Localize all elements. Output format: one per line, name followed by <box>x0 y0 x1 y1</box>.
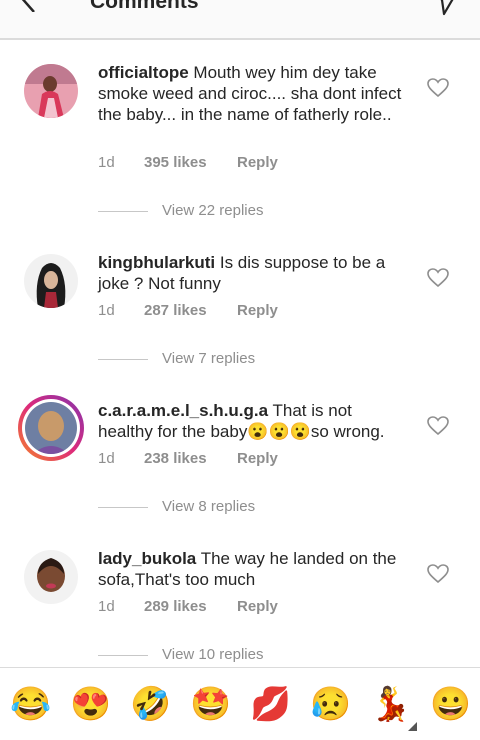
corner-indicator-icon <box>408 722 417 731</box>
emoji-button[interactable]: 😍 <box>70 686 111 722</box>
divider <box>98 654 148 656</box>
emoji-button[interactable]: 😂 <box>10 686 51 722</box>
avatar[interactable] <box>24 254 78 308</box>
comment-meta: 1d 238 likes Reply <box>98 450 278 467</box>
send-icon[interactable] <box>430 0 460 16</box>
page-title: Comments <box>90 0 199 13</box>
comment-meta: 1d 289 likes Reply <box>98 598 278 615</box>
view-replies-button[interactable]: View 8 replies <box>98 498 255 515</box>
arrow-left-icon[interactable] <box>18 0 58 12</box>
divider <box>98 210 148 212</box>
divider <box>98 506 148 508</box>
emoji-button[interactable]: 🤩 <box>190 686 231 722</box>
reply-button[interactable]: Reply <box>237 598 278 615</box>
comment-likes[interactable]: 238 likes <box>144 450 237 467</box>
reply-button[interactable]: Reply <box>237 154 278 171</box>
comment-time: 1d <box>98 450 115 467</box>
emoji-button[interactable]: 💃 <box>370 686 411 722</box>
heart-icon[interactable] <box>427 268 449 288</box>
heart-icon[interactable] <box>427 564 449 584</box>
view-replies-button[interactable]: View 10 replies <box>98 646 263 663</box>
comment-meta: 1d 395 likes Reply <box>98 154 278 171</box>
divider <box>98 358 148 360</box>
view-replies-label: View 8 replies <box>162 498 256 515</box>
comment-username[interactable]: c.a.r.a.m.e.l_s.h.u.g.a <box>98 401 268 420</box>
avatar[interactable] <box>24 64 78 118</box>
comments-header: Comments <box>0 0 480 40</box>
avatar[interactable] <box>18 395 84 461</box>
avatar[interactable] <box>24 550 78 604</box>
view-replies-label: View 10 replies <box>162 646 264 663</box>
view-replies-label: View 22 replies <box>162 202 264 219</box>
emoji-button[interactable]: 😀 <box>430 686 471 722</box>
comment-meta: 1d 287 likes Reply <box>98 302 278 319</box>
emoji-button[interactable]: 💋 <box>250 686 291 722</box>
view-replies-button[interactable]: View 7 replies <box>98 350 255 367</box>
comment-username[interactable]: officialtope <box>98 63 189 82</box>
reply-button[interactable]: Reply <box>237 302 278 319</box>
reply-button[interactable]: Reply <box>237 450 278 467</box>
comment-username[interactable]: kingbhularkuti <box>98 253 215 272</box>
emoji-button[interactable]: 😥 <box>310 686 351 722</box>
comment-likes[interactable]: 395 likes <box>144 154 237 171</box>
emoji-button[interactable]: 🤣 <box>130 686 171 722</box>
comment-likes[interactable]: 287 likes <box>144 302 237 319</box>
heart-icon[interactable] <box>427 416 449 436</box>
view-replies-label: View 7 replies <box>162 350 256 367</box>
heart-icon[interactable] <box>427 78 449 98</box>
comment-time: 1d <box>98 154 115 171</box>
view-replies-button[interactable]: View 22 replies <box>98 202 263 219</box>
comment-time: 1d <box>98 598 115 615</box>
comment-time: 1d <box>98 302 115 319</box>
comment-username[interactable]: lady_bukola <box>98 549 196 568</box>
comment-likes[interactable]: 289 likes <box>144 598 237 615</box>
